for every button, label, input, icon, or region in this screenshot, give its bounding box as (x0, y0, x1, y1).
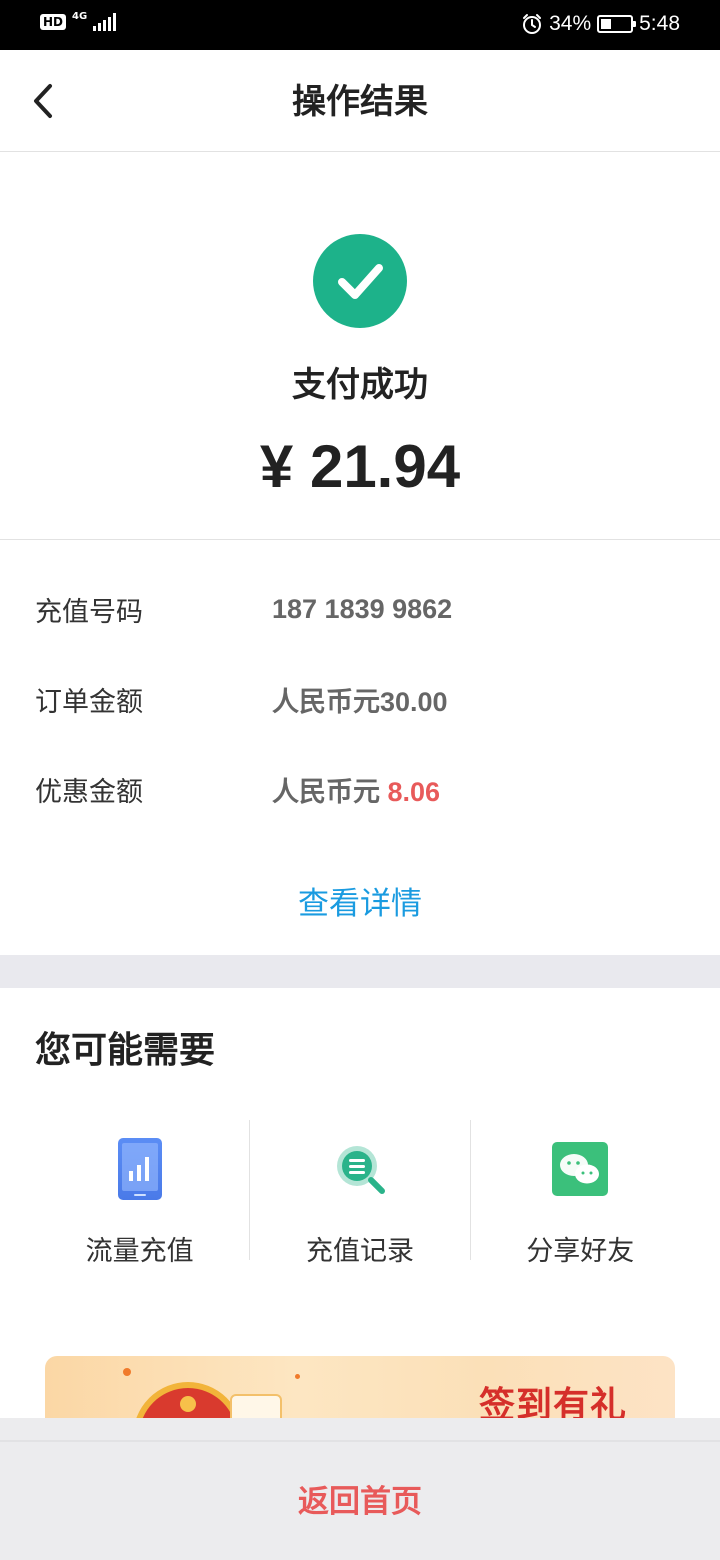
detail-label: 订单金额 (35, 686, 143, 718)
section-divider (0, 955, 720, 988)
check-circle-icon (313, 234, 407, 328)
status-right: 34% 5:48 (521, 12, 680, 36)
checkin-banner[interactable]: 签到有礼 (45, 1356, 675, 1418)
network-type: 4G (72, 11, 88, 22)
alarm-clock-icon (523, 14, 542, 34)
detail-row-discount: 优惠金额 人民币元 8.06 (35, 764, 685, 814)
header: 操作结果 (0, 50, 720, 152)
shortcut-data-topup[interactable]: 流量充值 (30, 1120, 249, 1267)
recommendations: 您可能需要 流量充值 充值记录 分享好友 签到有礼 (0, 988, 720, 1418)
status-bar: HD 4G 34% 5:48 (0, 0, 720, 50)
shortcut-grid: 流量充值 充值记录 分享好友 (30, 1120, 690, 1267)
battery-percent: 34% (549, 12, 592, 35)
detail-row-order-amount: 订单金额 人民币元30.00 (35, 674, 685, 724)
shortcut-share-friends[interactable]: 分享好友 (469, 1120, 690, 1267)
detail-label: 充值号码 (35, 596, 143, 628)
return-home-button[interactable]: 返回首页 (0, 1480, 720, 1524)
battery-icon (597, 15, 637, 33)
wechat-icon (549, 1136, 611, 1202)
shortcut-label: 充值记录 (305, 1236, 414, 1267)
shortcut-label: 流量充值 (85, 1236, 194, 1267)
payment-result: 支付成功 ¥ 21.94 (0, 152, 720, 540)
payment-status: 支付成功 (292, 365, 428, 405)
discount-amount: 8.06 (387, 776, 441, 807)
smiley-icon (180, 1396, 196, 1412)
search-record-icon (329, 1136, 391, 1202)
confetti-decoration (123, 1368, 131, 1376)
payment-amount: ¥ 21.94 (259, 433, 461, 500)
banner-title: 签到有礼 (479, 1384, 628, 1418)
hd-badge: HD (40, 14, 67, 30)
divider (0, 1440, 720, 1442)
detail-value-prefix: 人民币元 (272, 776, 388, 807)
order-details: 充值号码 187 1839 9862 订单金额 人民币元30.00 优惠金额 人… (0, 541, 720, 955)
detail-value: 人民币元 8.06 (272, 770, 440, 809)
section-title: 您可能需要 (35, 1030, 216, 1071)
confetti-decoration (295, 1374, 300, 1379)
detail-value: 187 1839 9862 (272, 593, 453, 624)
view-details-link[interactable]: 查看详情 (0, 879, 720, 929)
shortcut-topup-records[interactable]: 充值记录 (249, 1120, 469, 1267)
card-image (230, 1394, 282, 1418)
detail-value: 人民币元30.00 (272, 686, 448, 717)
phone-data-icon (109, 1136, 171, 1202)
bottom-bar: 返回首页 (0, 1418, 720, 1560)
clock-time: 5:48 (639, 12, 680, 35)
signal-icon (93, 13, 117, 31)
status-left: HD 4G (40, 11, 117, 31)
page-title: 操作结果 (292, 82, 428, 122)
shortcut-label: 分享好友 (526, 1236, 635, 1267)
detail-label: 优惠金额 (35, 776, 143, 808)
detail-row-phone: 充值号码 187 1839 9862 (35, 584, 685, 634)
